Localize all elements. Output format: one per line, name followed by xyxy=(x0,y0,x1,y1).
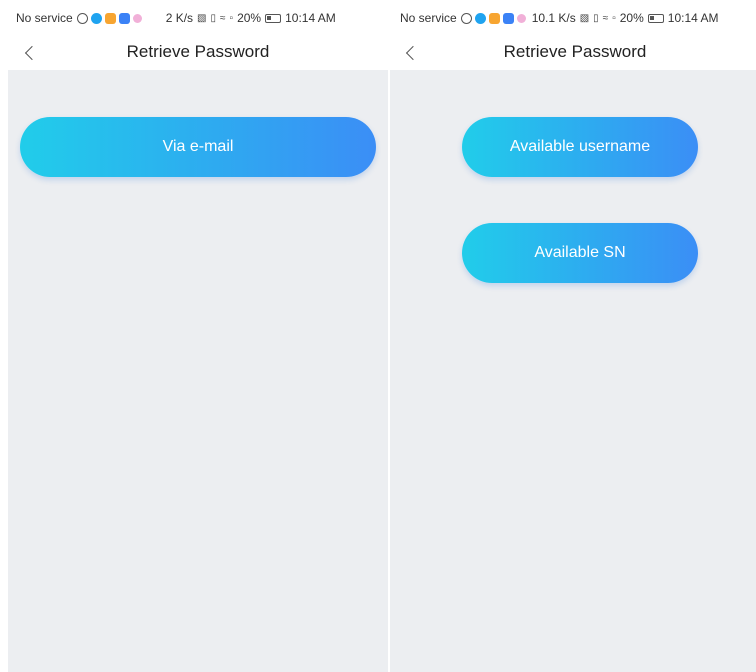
page-title: Retrieve Password xyxy=(503,42,647,61)
flower-icon xyxy=(516,13,526,23)
notification-icons xyxy=(76,12,142,24)
notification-icons xyxy=(460,12,526,24)
vibrate-icon: ▯ xyxy=(593,12,599,24)
sim-icon: ▫ xyxy=(229,12,234,24)
available-username-button[interactable]: Available username xyxy=(462,117,698,177)
wifi-icon: ≈ xyxy=(602,12,609,24)
battery-icon xyxy=(647,13,664,23)
content-area: Via e-mail xyxy=(8,70,388,672)
comparison-stage: No service 2 K/s ▧ ▯ ≈ ▫ 20% 10:14 AM Re… xyxy=(0,0,756,672)
globe-icon xyxy=(76,12,88,24)
status-bar: No service 2 K/s ▧ ▯ ≈ ▫ 20% 10:14 AM xyxy=(0,0,388,36)
via-email-button[interactable]: Via e-mail xyxy=(20,117,376,177)
retrieve-password-screen-email: No service 2 K/s ▧ ▯ ≈ ▫ 20% 10:14 AM Re… xyxy=(0,0,388,672)
status-indicators: 2 K/s ▧ ▯ ≈ ▫ 20% 10:14 AM xyxy=(166,11,336,25)
status-bar: No service 10.1 K/s ▧ ▯ ≈ ▫ 20% 10:14 AM xyxy=(390,0,756,36)
message-icon xyxy=(502,12,514,24)
battery-percent: 20% xyxy=(237,11,262,25)
network-speed: 10.1 K/s xyxy=(531,11,576,25)
nav-bar: Retrieve Password xyxy=(390,36,756,70)
flower-icon xyxy=(132,13,142,23)
app-notification-icon xyxy=(104,12,116,24)
battery-percent: 20% xyxy=(619,11,644,25)
page-title: Retrieve Password xyxy=(126,42,270,61)
vibrate-icon: ▯ xyxy=(210,12,217,24)
retrieve-password-screen-options: No service 10.1 K/s ▧ ▯ ≈ ▫ 20% 10:14 AM xyxy=(390,0,756,672)
browser-icon xyxy=(90,12,102,24)
sim-icon: ▫ xyxy=(612,12,616,24)
carrier-text: No service xyxy=(400,11,457,25)
clock: 10:14 AM xyxy=(285,11,336,25)
globe-icon xyxy=(460,12,472,24)
nfc-icon: ▧ xyxy=(197,12,207,24)
content-area: Available username Available SN xyxy=(390,70,756,672)
carrier-text: No service xyxy=(16,11,73,25)
status-indicators: 10.1 K/s ▧ ▯ ≈ ▫ 20% 10:14 AM xyxy=(532,11,719,25)
app-notification-icon xyxy=(488,12,500,24)
network-speed: 2 K/s xyxy=(165,11,194,25)
available-sn-button[interactable]: Available SN xyxy=(462,223,698,283)
battery-icon xyxy=(265,13,282,23)
clock: 10:14 AM xyxy=(667,11,719,25)
message-icon xyxy=(118,12,130,24)
wifi-icon: ≈ xyxy=(220,12,226,24)
browser-icon xyxy=(474,12,486,24)
nfc-icon: ▧ xyxy=(579,12,590,24)
nav-bar: Retrieve Password xyxy=(0,36,388,70)
